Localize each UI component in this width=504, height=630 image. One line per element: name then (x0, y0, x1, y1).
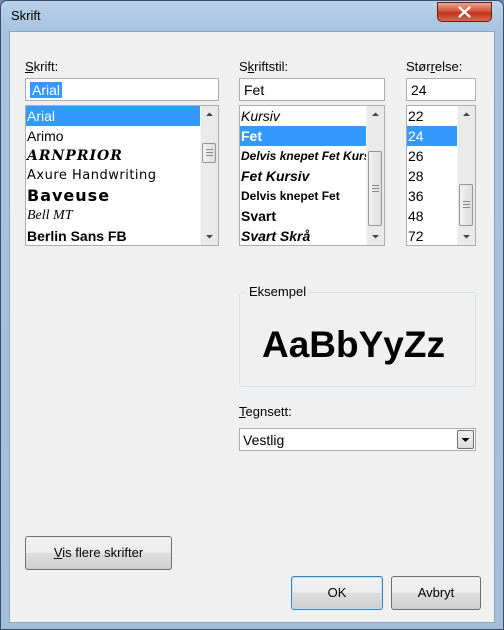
charset-value: Vestlig (243, 432, 285, 448)
style-item-delvis-knepet-fet[interactable]: Delvis knepet Fet (240, 186, 367, 206)
font-dialog-window: Skrift Skrift: Arial Arial Arimo ARNPRIO… (0, 0, 504, 630)
charset-select[interactable]: Vestlig (239, 428, 476, 451)
dialog-body: Skrift: Arial Arial Arimo ARNPRIOR Axure… (9, 31, 495, 623)
size-list[interactable]: 22 24 26 28 36 48 72 (406, 105, 476, 246)
font-item-axure-handwriting[interactable]: Axure Handwriting (26, 166, 201, 186)
scroll-up-arrow-icon[interactable] (367, 106, 384, 123)
charset-label: Tegnsett: (239, 404, 292, 419)
font-item-arimo[interactable]: Arimo (26, 126, 201, 146)
font-label: Skrift: (25, 59, 59, 74)
sample-group-label: Eksempel (246, 284, 310, 299)
size-item-22[interactable]: 22 (407, 106, 458, 126)
font-item-berlin-sans-fb[interactable]: Berlin Sans FB (26, 226, 201, 245)
show-more-fonts-button[interactable]: Vis flere skrifter (25, 536, 172, 570)
style-item-svart[interactable]: Svart (240, 206, 367, 226)
close-icon (458, 6, 471, 18)
font-item-baveuse[interactable]: Baveuse (26, 186, 201, 206)
style-input[interactable]: Fet (239, 78, 385, 101)
scroll-down-arrow-icon[interactable] (458, 228, 475, 245)
scroll-up-arrow-icon[interactable] (201, 106, 218, 123)
size-list-scrollbar[interactable] (457, 106, 475, 245)
ok-button[interactable]: OK (291, 576, 383, 610)
size-item-48[interactable]: 48 (407, 206, 458, 226)
style-item-svart-skra[interactable]: Svart Skrå (240, 226, 367, 245)
style-list[interactable]: Kursiv Fet Delvis knepet Fet Kursiv Fet … (239, 105, 385, 246)
style-item-delvis-knepet-fet-kursiv[interactable]: Delvis knepet Fet Kursiv (240, 146, 367, 166)
size-item-24[interactable]: 24 (407, 126, 458, 146)
size-item-26[interactable]: 26 (407, 146, 458, 166)
font-input[interactable]: Arial (25, 78, 219, 101)
cancel-button[interactable]: Avbryt (391, 576, 481, 610)
size-input[interactable]: 24 (406, 78, 476, 101)
close-button[interactable] (437, 2, 492, 22)
style-item-kursiv[interactable]: Kursiv (240, 106, 367, 126)
style-item-fet-kursiv[interactable]: Fet Kursiv (240, 166, 367, 186)
grip-icon (372, 184, 379, 193)
grip-icon (463, 201, 470, 209)
size-item-36[interactable]: 36 (407, 186, 458, 206)
size-list-scroll-thumb[interactable] (459, 184, 473, 226)
chevron-down-icon (461, 438, 470, 442)
scroll-down-arrow-icon[interactable] (201, 228, 218, 245)
style-input-value: Fet (244, 82, 265, 98)
style-list-scroll-thumb[interactable] (368, 151, 382, 226)
font-list-scroll-thumb[interactable] (202, 143, 216, 163)
size-input-value: 24 (411, 82, 427, 98)
title-bar[interactable]: Skrift (1, 1, 503, 31)
font-item-arnprior[interactable]: ARNPRIOR (26, 146, 201, 166)
size-label: Størrelse: (406, 59, 463, 74)
size-item-28[interactable]: 28 (407, 166, 458, 186)
style-label: Skriftstil: (239, 59, 289, 74)
scroll-down-arrow-icon[interactable] (367, 228, 384, 245)
charset-dropdown-button[interactable] (457, 430, 474, 449)
window-title: Skrift (11, 8, 41, 23)
font-input-value: Arial (30, 82, 63, 98)
font-list-scrollbar[interactable] (200, 106, 218, 245)
scroll-up-arrow-icon[interactable] (458, 106, 475, 123)
style-item-fet[interactable]: Fet (240, 126, 367, 146)
grip-icon (206, 149, 213, 157)
font-list[interactable]: Arial Arimo ARNPRIOR Axure Handwriting B… (25, 105, 219, 246)
font-item-bell-mt[interactable]: Bell MT (26, 206, 201, 226)
size-item-72[interactable]: 72 (407, 226, 458, 245)
font-item-arial[interactable]: Arial (26, 106, 201, 126)
style-list-scrollbar[interactable] (366, 106, 384, 245)
sample-text: AaBbYyZz (262, 324, 445, 365)
